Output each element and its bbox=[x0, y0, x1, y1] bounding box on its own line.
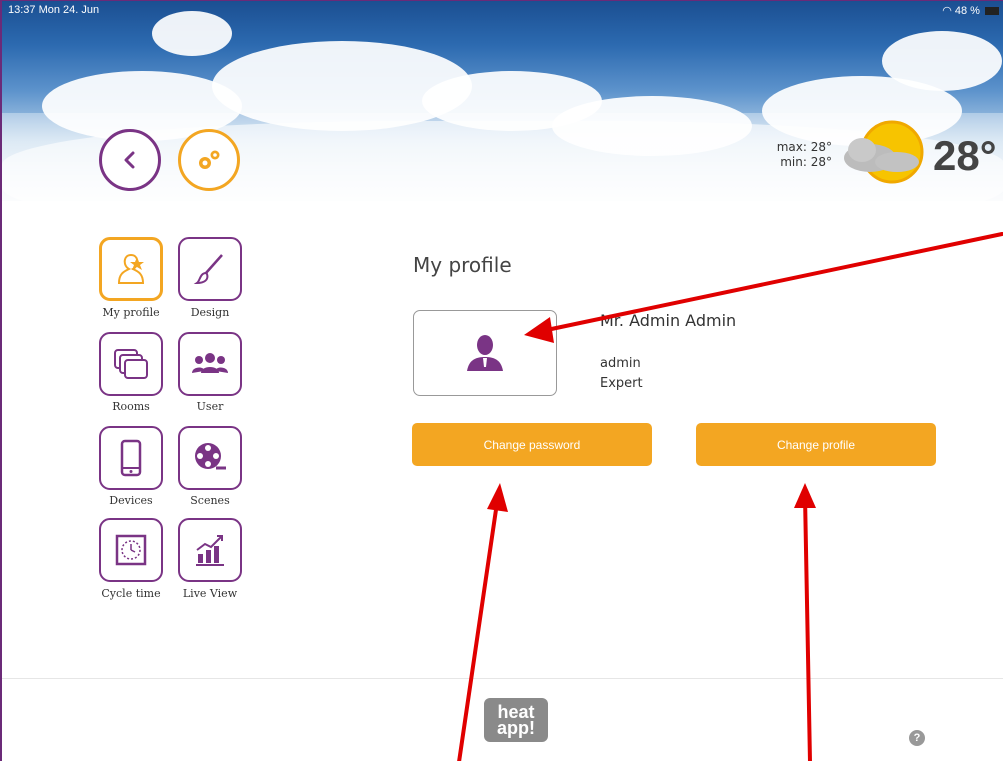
back-button[interactable] bbox=[99, 129, 161, 191]
change-password-button[interactable]: Change password bbox=[412, 423, 652, 466]
heatapp-logo: heat app! bbox=[484, 698, 548, 742]
sidebar-item-label: User bbox=[196, 400, 224, 413]
arrowhead-profile bbox=[794, 483, 816, 508]
sidebar-item-user[interactable] bbox=[178, 332, 242, 396]
battery-label: 48 % bbox=[954, 5, 980, 17]
sidebar-item-rooms[interactable] bbox=[99, 332, 163, 396]
sun-cloud-icon bbox=[844, 120, 924, 184]
sidebar-item-label: My profile bbox=[102, 306, 160, 319]
status-time: 13:37 Mon 24. Jun bbox=[8, 4, 100, 16]
chevron-left-icon bbox=[124, 151, 135, 169]
sidebar-item-label: Devices bbox=[109, 494, 153, 507]
app-window: 13:37 Mon 24. Jun ◠ 48 % max: 28° min: 2… bbox=[0, 0, 1003, 761]
sidebar-item-live-view[interactable] bbox=[178, 518, 242, 582]
battery-icon bbox=[985, 7, 999, 16]
person-icon bbox=[467, 335, 503, 371]
temp-min: min: 28° bbox=[780, 155, 832, 169]
temp-max: max: 28° bbox=[776, 140, 832, 154]
sidebar-item-devices[interactable] bbox=[99, 426, 163, 490]
sidebar-item-design[interactable] bbox=[178, 237, 242, 301]
status-right: ◠ 48 % bbox=[942, 4, 999, 17]
help-icon[interactable]: ? bbox=[909, 730, 925, 746]
current-temperature: 28° bbox=[933, 132, 997, 179]
arrowhead-password bbox=[487, 483, 508, 512]
page-title: My profile bbox=[413, 253, 512, 277]
temp-range: max: 28° min: 28° bbox=[762, 140, 832, 170]
change-profile-button[interactable]: Change profile bbox=[696, 423, 936, 466]
annotation-arrow-profile bbox=[803, 494, 812, 761]
film-reel-icon bbox=[195, 443, 226, 470]
sidebar-item-label: Cycle time bbox=[101, 587, 161, 600]
sidebar-item-cycle-time[interactable] bbox=[99, 518, 163, 582]
sidebar-item-label: Scenes bbox=[190, 494, 230, 507]
profile-star-icon bbox=[117, 253, 145, 284]
rooms-icon bbox=[114, 349, 148, 379]
sidebar-item-scenes[interactable] bbox=[178, 426, 242, 490]
status-bar: 13:37 Mon 24. Jun ◠ 48 % bbox=[2, 1, 1003, 21]
settings-button[interactable] bbox=[178, 129, 240, 191]
sidebar-item-label: Live View bbox=[182, 587, 238, 600]
footer-divider bbox=[2, 678, 1003, 679]
sidebar-item-label: Design bbox=[190, 306, 230, 319]
clock-icon bbox=[115, 534, 147, 566]
users-icon bbox=[192, 353, 228, 373]
avatar[interactable] bbox=[413, 310, 557, 396]
brush-icon bbox=[193, 254, 223, 285]
sidebar-item-my-profile[interactable] bbox=[99, 237, 163, 301]
phone-icon bbox=[120, 439, 142, 477]
sidebar-item-label: Rooms bbox=[112, 400, 150, 413]
profile-login: admin bbox=[600, 356, 641, 371]
wifi-icon: ◠ bbox=[942, 5, 952, 17]
gears-icon bbox=[199, 150, 220, 169]
profile-name: Mr. Admin Admin bbox=[600, 311, 737, 330]
chart-icon bbox=[196, 535, 224, 566]
profile-role: Expert bbox=[600, 376, 643, 391]
